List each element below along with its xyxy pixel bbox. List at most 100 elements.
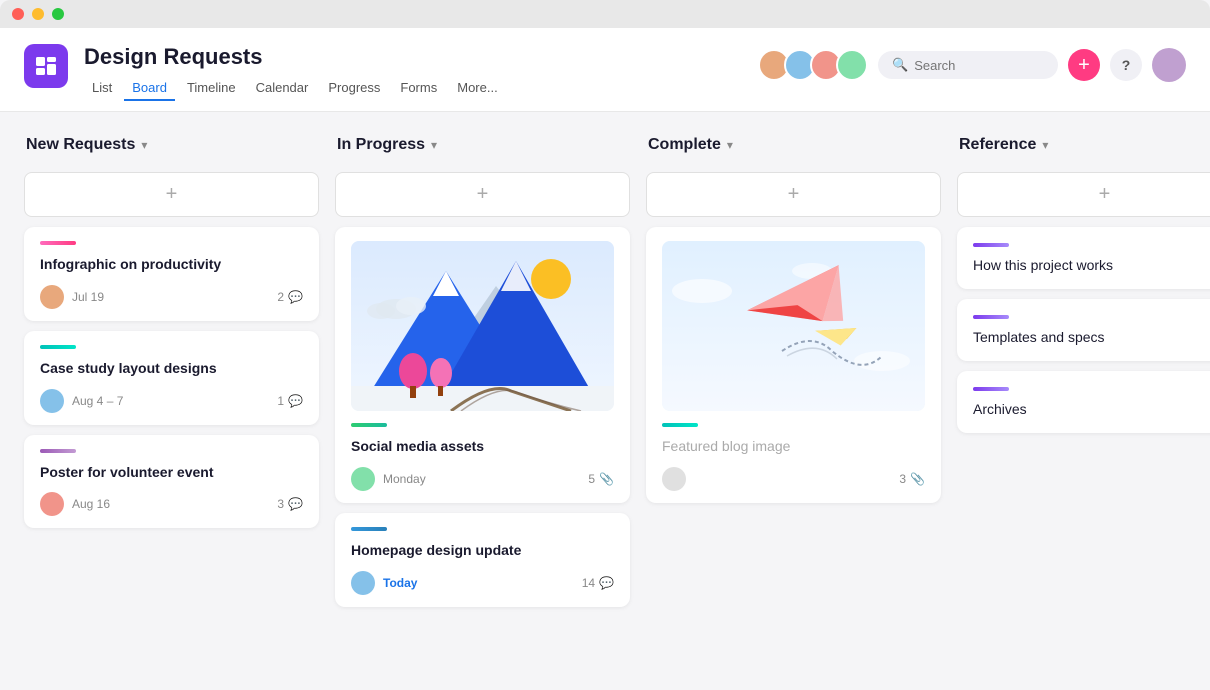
card-avatar-3 bbox=[40, 492, 64, 516]
ref-title-1: How this project works bbox=[973, 257, 1210, 273]
column-title-area-ip: In Progress ▾ bbox=[337, 136, 437, 154]
card-avatar-homepage bbox=[351, 571, 375, 595]
comment-icon-infographic: 💬 bbox=[288, 290, 303, 304]
header-right: 🔍 + ? bbox=[758, 44, 1186, 82]
attachment-icon-social: 📎 bbox=[599, 472, 614, 486]
chevron-down-icon-reference[interactable]: ▾ bbox=[1042, 138, 1048, 152]
card-meta-case-study: Aug 4 – 7 1 💬 bbox=[40, 389, 303, 413]
header: Design Requests List Board Timeline Cale… bbox=[0, 28, 1210, 101]
app-icon bbox=[24, 44, 68, 88]
card-tag-teal bbox=[40, 345, 76, 349]
card-meta-left: Jul 19 bbox=[40, 285, 104, 309]
card-infographic[interactable]: Infographic on productivity Jul 19 2 💬 bbox=[24, 227, 319, 321]
card-date-case-study: Aug 4 – 7 bbox=[72, 394, 123, 408]
card-meta-left-social: Monday bbox=[351, 467, 426, 491]
card-blog-image[interactable]: Featured blog image 3 📎 bbox=[646, 227, 941, 503]
help-button[interactable]: ? bbox=[1110, 49, 1142, 81]
ref-title-3: Archives bbox=[973, 401, 1210, 417]
avatar-user-4[interactable] bbox=[836, 49, 868, 81]
tab-progress[interactable]: Progress bbox=[320, 76, 388, 101]
tab-list[interactable]: List bbox=[84, 76, 120, 101]
card-tag-blue bbox=[351, 527, 387, 531]
comment-count-infographic: 2 bbox=[277, 290, 284, 304]
tab-forms[interactable]: Forms bbox=[392, 76, 445, 101]
column-reference: Reference ▾ + How this project works Tem… bbox=[957, 136, 1210, 674]
maximize-button[interactable] bbox=[52, 8, 64, 20]
attachment-count-social: 5 bbox=[588, 472, 595, 486]
comment-count-poster: 3 bbox=[277, 497, 284, 511]
chevron-down-icon-in-progress[interactable]: ▾ bbox=[431, 138, 437, 152]
ref-tag-2 bbox=[973, 315, 1009, 319]
card-homepage[interactable]: Homepage design update Today 14 💬 bbox=[335, 513, 630, 607]
ref-card-how-project-works[interactable]: How this project works bbox=[957, 227, 1210, 289]
column-complete: Complete ▾ + bbox=[646, 136, 941, 674]
avatar-group bbox=[758, 49, 868, 81]
comment-count-homepage: 14 bbox=[582, 576, 595, 590]
ref-tag-3 bbox=[973, 387, 1009, 391]
card-meta-right-poster: 3 💬 bbox=[277, 497, 303, 511]
paper-plane-illustration bbox=[662, 241, 925, 411]
add-card-button-reference[interactable]: + bbox=[957, 172, 1210, 217]
card-title-infographic: Infographic on productivity bbox=[40, 255, 303, 275]
window-chrome bbox=[0, 0, 1210, 28]
column-header-reference: Reference ▾ bbox=[957, 136, 1210, 162]
tab-board[interactable]: Board bbox=[124, 76, 175, 101]
column-title-complete: Complete bbox=[648, 136, 721, 154]
add-card-button-new-requests[interactable]: + bbox=[24, 172, 319, 217]
column-in-progress: In Progress ▾ + bbox=[335, 136, 630, 674]
add-card-button-complete[interactable]: + bbox=[646, 172, 941, 217]
card-tag-green bbox=[351, 423, 387, 427]
column-header-complete: Complete ▾ bbox=[646, 136, 941, 162]
add-button[interactable]: + bbox=[1068, 49, 1100, 81]
card-meta-left-homepage: Today bbox=[351, 571, 417, 595]
column-title-area-complete: Complete ▾ bbox=[648, 136, 733, 154]
card-date-homepage: Today bbox=[383, 576, 417, 590]
attachment-count-blog: 3 bbox=[899, 472, 906, 486]
column-new-requests: New Requests ▾ + Infographic on producti… bbox=[24, 136, 319, 674]
card-poster[interactable]: Poster for volunteer event Aug 16 3 💬 bbox=[24, 435, 319, 529]
nav-tabs: List Board Timeline Calendar Progress Fo… bbox=[84, 76, 506, 101]
card-meta-left-poster: Aug 16 bbox=[40, 492, 110, 516]
card-meta-homepage: Today 14 💬 bbox=[351, 571, 614, 595]
card-tag-teal-complete bbox=[662, 423, 698, 427]
column-header-new-requests: New Requests ▾ bbox=[24, 136, 319, 162]
mountain-illustration bbox=[351, 241, 614, 411]
search-input[interactable] bbox=[914, 58, 1044, 73]
comment-count-case: 1 bbox=[277, 394, 284, 408]
tab-more[interactable]: More... bbox=[449, 76, 505, 101]
tab-timeline[interactable]: Timeline bbox=[179, 76, 244, 101]
chevron-down-icon-complete[interactable]: ▾ bbox=[727, 138, 733, 152]
search-icon: 🔍 bbox=[892, 57, 908, 73]
card-image-mountain bbox=[351, 241, 614, 411]
card-case-study[interactable]: Case study layout designs Aug 4 – 7 1 💬 bbox=[24, 331, 319, 425]
card-date-social: Monday bbox=[383, 472, 426, 486]
card-meta-left-case: Aug 4 – 7 bbox=[40, 389, 123, 413]
close-button[interactable] bbox=[12, 8, 24, 20]
card-meta-right-social: 5 📎 bbox=[588, 472, 614, 486]
card-tag-pink bbox=[40, 241, 76, 245]
user-avatar[interactable] bbox=[1152, 48, 1186, 82]
comment-icon-case: 💬 bbox=[288, 394, 303, 408]
ref-title-2: Templates and specs bbox=[973, 329, 1210, 345]
card-social-media[interactable]: Social media assets Monday 5 📎 bbox=[335, 227, 630, 503]
card-avatar-social bbox=[351, 467, 375, 491]
card-title-blog: Featured blog image bbox=[662, 437, 925, 457]
tab-calendar[interactable]: Calendar bbox=[248, 76, 317, 101]
card-meta-right-infographic: 2 💬 bbox=[277, 290, 303, 304]
search-bar[interactable]: 🔍 bbox=[878, 51, 1058, 79]
app-container: Design Requests List Board Timeline Cale… bbox=[0, 28, 1210, 690]
comment-icon-poster: 💬 bbox=[288, 497, 303, 511]
minimize-button[interactable] bbox=[32, 8, 44, 20]
card-title-poster: Poster for volunteer event bbox=[40, 463, 303, 483]
ref-card-templates[interactable]: Templates and specs bbox=[957, 299, 1210, 361]
card-avatar-blog bbox=[662, 467, 686, 491]
add-card-button-in-progress[interactable]: + bbox=[335, 172, 630, 217]
card-date-poster: Aug 16 bbox=[72, 497, 110, 511]
card-date-infographic: Jul 19 bbox=[72, 290, 104, 304]
column-header-in-progress: In Progress ▾ bbox=[335, 136, 630, 162]
column-title-reference: Reference bbox=[959, 136, 1036, 154]
ref-card-archives[interactable]: Archives bbox=[957, 371, 1210, 433]
chevron-down-icon-new-requests[interactable]: ▾ bbox=[141, 138, 147, 152]
column-title-in-progress: In Progress bbox=[337, 136, 425, 154]
board: New Requests ▾ + Infographic on producti… bbox=[0, 112, 1210, 690]
